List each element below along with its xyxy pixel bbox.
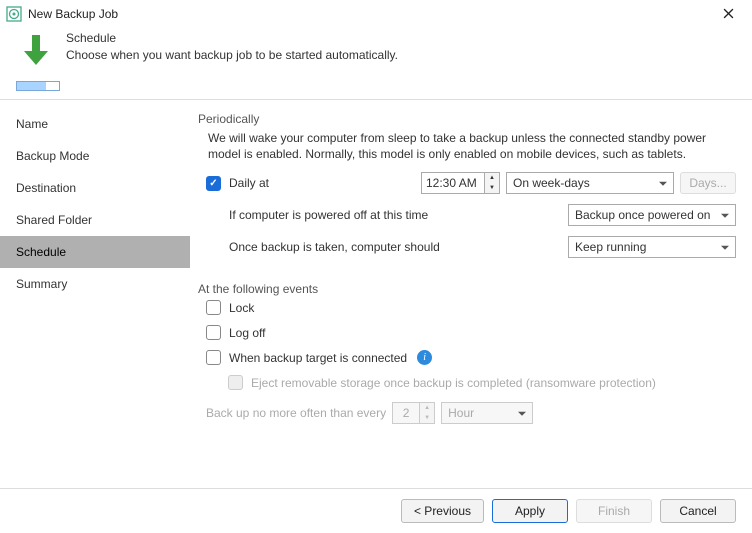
sidebar-item-summary[interactable]: Summary xyxy=(0,268,190,300)
frequency-label: Back up no more often than every xyxy=(206,406,386,420)
time-input[interactable]: 12:30 AM xyxy=(421,172,485,194)
arrow-down-icon xyxy=(16,31,56,71)
target-connected-label: When backup target is connected xyxy=(229,351,407,365)
sidebar-item-shared-folder[interactable]: Shared Folder xyxy=(0,204,190,236)
sidebar-item-schedule[interactable]: Schedule xyxy=(0,236,190,268)
time-spinner[interactable]: ▲▼ xyxy=(485,172,500,194)
close-button[interactable] xyxy=(710,2,746,26)
frequency-value: 2 xyxy=(392,402,420,424)
logoff-label: Log off xyxy=(229,326,265,340)
eject-label: Eject removable storage once backup is c… xyxy=(251,376,656,390)
periodically-help: We will wake your computer from sleep to… xyxy=(198,130,736,162)
daily-checkbox[interactable] xyxy=(206,176,221,191)
eject-checkbox xyxy=(228,375,243,390)
events-title: At the following events xyxy=(198,282,736,296)
sidebar-item-destination[interactable]: Destination xyxy=(0,172,190,204)
apply-button[interactable]: Apply xyxy=(492,499,568,523)
wizard-progress xyxy=(16,81,60,91)
sidebar-item-name[interactable]: Name xyxy=(0,108,190,140)
after-backup-select[interactable]: Keep running xyxy=(568,236,736,258)
after-backup-label: Once backup is taken, computer should xyxy=(229,240,440,254)
page-heading: Schedule xyxy=(66,31,398,45)
cancel-button[interactable]: Cancel xyxy=(660,499,736,523)
app-icon xyxy=(6,6,22,22)
lock-label: Lock xyxy=(229,301,254,315)
frequency-spinner: ▲▼ xyxy=(420,402,435,424)
frequency-unit-select: Hour xyxy=(441,402,533,424)
days-button: Days... xyxy=(680,172,736,194)
powered-off-label: If computer is powered off at this time xyxy=(229,208,428,222)
previous-button[interactable]: < Previous xyxy=(401,499,484,523)
info-icon[interactable]: i xyxy=(417,350,432,365)
target-connected-checkbox[interactable] xyxy=(206,350,221,365)
lock-checkbox[interactable] xyxy=(206,300,221,315)
logoff-checkbox[interactable] xyxy=(206,325,221,340)
weekday-select[interactable]: On week-days xyxy=(506,172,674,194)
periodically-title: Periodically xyxy=(198,112,736,126)
finish-button: Finish xyxy=(576,499,652,523)
powered-off-select[interactable]: Backup once powered on xyxy=(568,204,736,226)
wizard-sidebar: Name Backup Mode Destination Shared Fold… xyxy=(0,100,190,480)
sidebar-item-backup-mode[interactable]: Backup Mode xyxy=(0,140,190,172)
page-subtitle: Choose when you want backup job to be st… xyxy=(66,48,398,62)
window-title: New Backup Job xyxy=(28,7,710,21)
daily-label: Daily at xyxy=(229,176,284,190)
